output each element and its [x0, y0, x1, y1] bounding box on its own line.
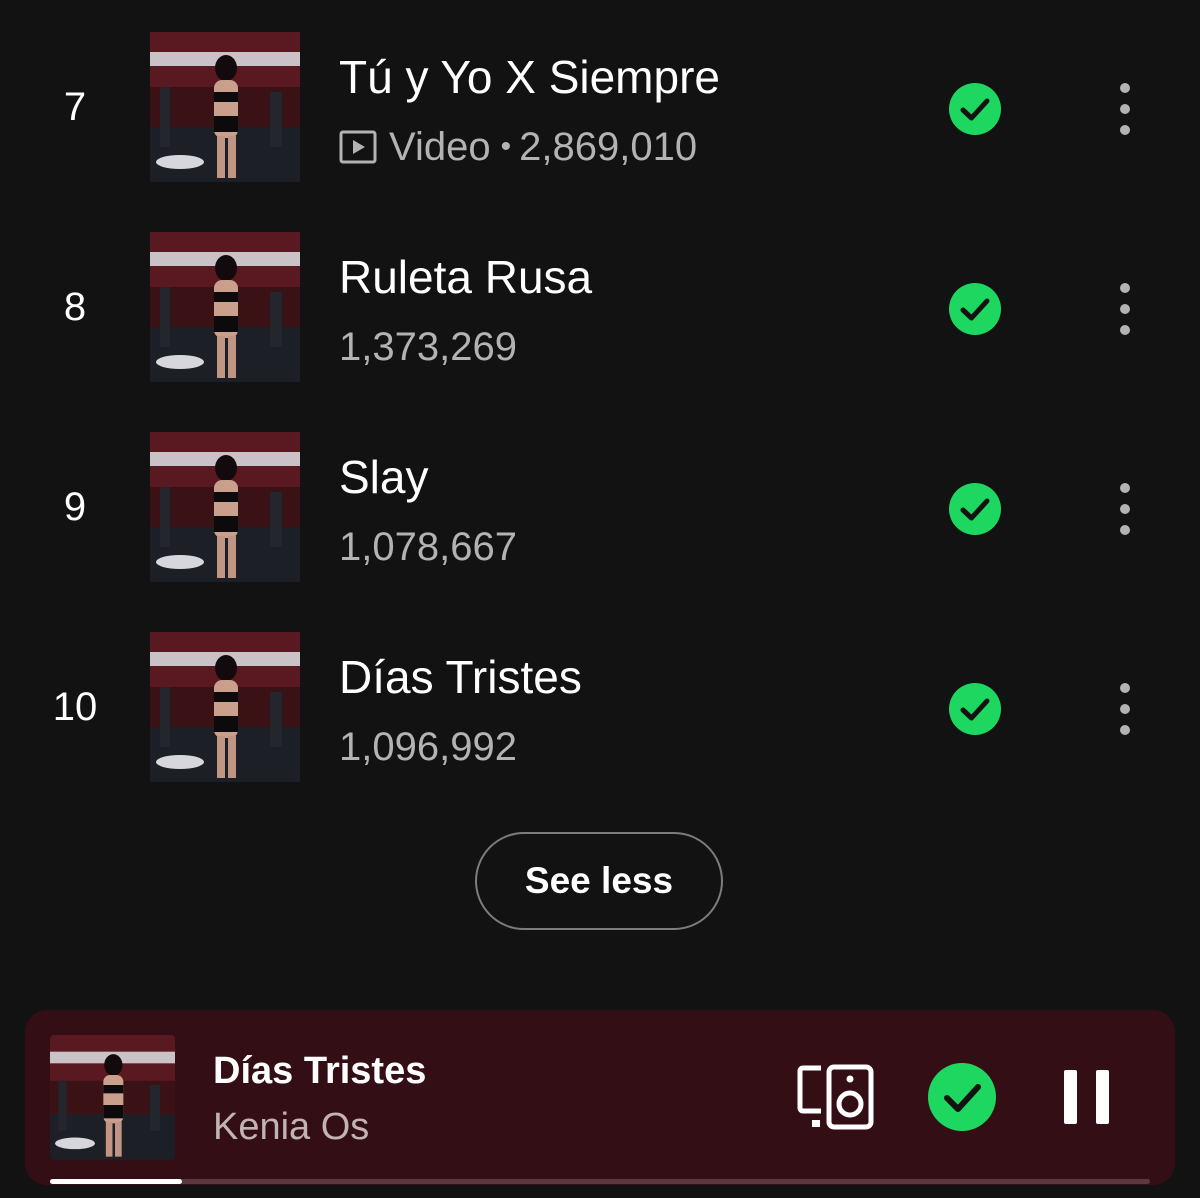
track-row[interactable]: 9 Slay 1,078,667 [0, 432, 1200, 582]
more-vertical-icon[interactable] [1105, 474, 1145, 544]
check-circle-icon[interactable] [948, 82, 1002, 136]
play-count: 1,078,667 [339, 524, 517, 569]
track-title: Tú y Yo X Siempre [339, 51, 720, 103]
play-count: 2,869,010 [519, 124, 698, 169]
track-title: Slay [339, 451, 429, 503]
track-row[interactable]: 7 Tú y Yo X Siempre Video • 2,869,010 [0, 32, 1200, 182]
album-cover [150, 232, 300, 382]
check-circle-icon[interactable] [948, 682, 1002, 736]
album-cover [150, 432, 300, 582]
track-meta: 1,373,269 [339, 324, 517, 370]
track-row[interactable]: 10 Días Tristes 1,096,992 [0, 632, 1200, 782]
connect-devices-icon[interactable] [797, 1064, 877, 1130]
check-circle-icon[interactable] [948, 482, 1002, 536]
track-meta: 1,096,992 [339, 724, 517, 770]
video-label: Video [389, 124, 491, 169]
now-playing-title[interactable]: Días Tristes [213, 1048, 426, 1094]
play-count: 1,373,269 [339, 324, 517, 369]
meta-separator: • [500, 130, 512, 163]
playback-progress-fill [50, 1179, 182, 1184]
track-title: Ruleta Rusa [339, 251, 593, 303]
now-playing-bar[interactable]: Días Tristes Kenia Os [25, 1010, 1175, 1185]
playback-progress-bar[interactable] [50, 1179, 1150, 1184]
video-badge-icon [339, 130, 377, 164]
track-meta: 1,078,667 [339, 524, 517, 570]
track-rank: 8 [63, 285, 87, 329]
check-circle-icon[interactable] [927, 1062, 997, 1132]
track-rank: 9 [63, 485, 87, 529]
pause-icon[interactable] [1060, 1068, 1114, 1126]
track-row[interactable]: 8 Ruleta Rusa 1,373,269 [0, 232, 1200, 382]
album-cover [150, 32, 300, 182]
track-meta: Video • 2,869,010 [339, 124, 697, 170]
track-rank: 7 [63, 85, 87, 129]
track-rank: 10 [52, 685, 98, 729]
album-cover [150, 632, 300, 782]
track-title: Días Tristes [339, 651, 582, 703]
more-vertical-icon[interactable] [1105, 674, 1145, 744]
more-vertical-icon[interactable] [1105, 74, 1145, 144]
now-playing-cover [50, 1035, 175, 1160]
check-circle-icon[interactable] [948, 282, 1002, 336]
now-playing-artist[interactable]: Kenia Os [213, 1104, 369, 1150]
play-count: 1,096,992 [339, 724, 517, 769]
more-vertical-icon[interactable] [1105, 274, 1145, 344]
see-less-button[interactable]: See less [475, 832, 723, 930]
